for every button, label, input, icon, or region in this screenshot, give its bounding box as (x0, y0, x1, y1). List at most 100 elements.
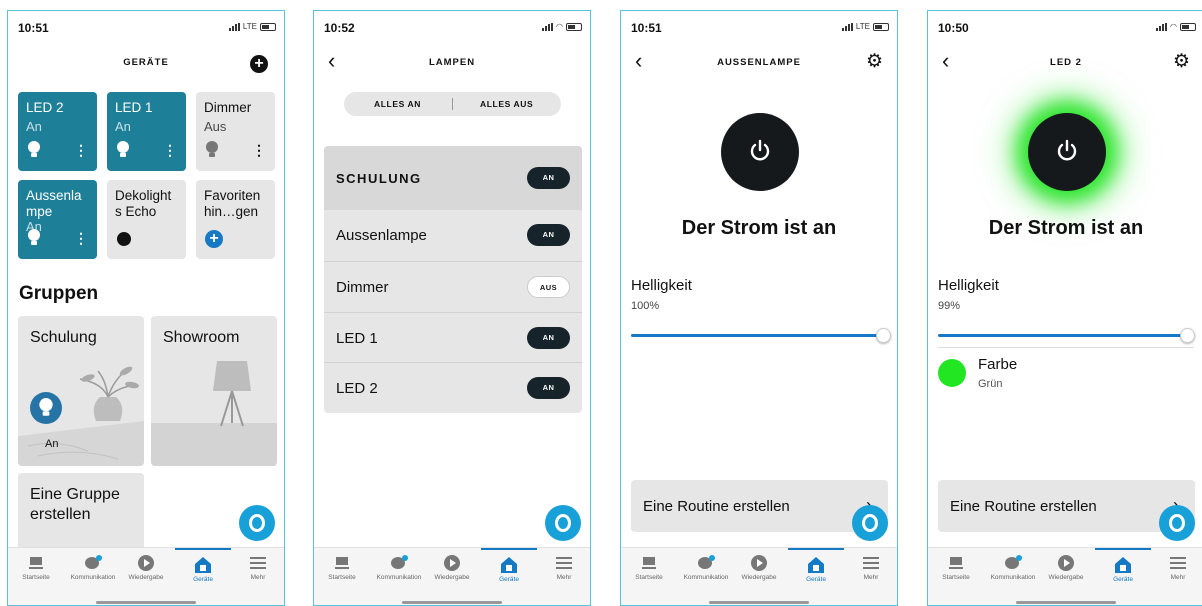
brightness-slider-handle[interactable] (1180, 328, 1195, 343)
tab-label: Kommunikation (990, 574, 1036, 581)
tab-geraete[interactable]: Geräte (481, 548, 537, 605)
play-icon (1058, 555, 1074, 571)
battery-icon (1180, 22, 1196, 31)
bulb-icon (28, 141, 40, 157)
all-on-button[interactable]: ALLES AN (374, 99, 421, 109)
device-row-aussenlampe[interactable]: Aussenlampe AN (324, 210, 582, 260)
lamp-illustration-icon (151, 361, 277, 466)
group-power-button[interactable] (30, 392, 62, 424)
device-name: LED 1 (336, 330, 378, 347)
tab-kommunikation[interactable]: Kommunikation (62, 548, 124, 605)
status-bar: 10:51 LTE (621, 11, 897, 39)
power-icon (1057, 139, 1077, 161)
tab-label: Kommunikation (683, 574, 729, 581)
tab-startseite[interactable]: Startseite (314, 548, 370, 605)
menu-icon (250, 557, 266, 569)
brightness-slider[interactable] (938, 334, 1187, 337)
page-title: GERÄTE (123, 57, 169, 68)
tab-label: Geräte (499, 576, 519, 583)
device-toggle[interactable]: AUS (527, 276, 570, 298)
more-options-icon[interactable]: ⋮ (74, 143, 88, 157)
tab-mehr[interactable]: Mehr (230, 548, 284, 605)
home-icon (29, 557, 43, 569)
tab-label: Kommunikation (376, 574, 422, 581)
bulb-icon (39, 398, 53, 416)
tab-label: Kommunikation (70, 574, 116, 581)
device-toggle[interactable]: AN (527, 377, 570, 399)
device-toggle[interactable]: AN (527, 327, 570, 349)
device-name: Aussenlampe (336, 227, 427, 244)
gear-icon[interactable]: ⚙ (1173, 52, 1190, 71)
tile-state: Aus (204, 119, 227, 134)
more-options-icon[interactable]: ⋮ (163, 143, 177, 157)
power-button[interactable] (721, 113, 799, 191)
tab-bar: Startseite Kommunikation Wiedergabe Gerä… (8, 547, 284, 605)
tab-geraete[interactable]: Geräte (175, 548, 231, 605)
create-group-card[interactable]: Eine Gruppe erstellen (18, 473, 144, 553)
device-row-led1[interactable]: LED 1 AN (324, 312, 582, 362)
tab-startseite[interactable]: Startseite (621, 548, 677, 605)
tab-wiedergabe[interactable]: Wiedergabe (424, 548, 480, 605)
tab-mehr[interactable]: Mehr (536, 548, 590, 605)
home-icon (642, 557, 656, 569)
add-favorite-tile[interactable]: Favoriten hin…gen + (196, 180, 275, 259)
create-routine-button[interactable]: Eine Routine erstellen › (631, 480, 888, 532)
alexa-button[interactable] (852, 505, 888, 541)
tab-bar: Startseite Kommunikation Wiedergabe Gerä… (621, 547, 897, 605)
tab-mehr[interactable]: Mehr (1150, 548, 1202, 605)
color-swatch[interactable] (938, 359, 966, 387)
brightness-slider[interactable] (631, 334, 883, 337)
device-row-dimmer[interactable]: Dimmer AUS (324, 261, 582, 311)
network-type: LTE (242, 22, 257, 31)
alexa-button[interactable] (545, 505, 581, 541)
cell-signal-icon (841, 22, 853, 31)
tab-kommunikation[interactable]: Kommunikation (675, 548, 737, 605)
tab-geraete[interactable]: Geräte (1095, 548, 1151, 605)
device-tile-led2[interactable]: LED 2 An ⋮ (18, 92, 97, 171)
color-label[interactable]: Farbe (978, 356, 1017, 373)
home-indicator (1016, 601, 1116, 604)
more-options-icon[interactable]: ⋮ (252, 143, 266, 157)
play-icon (444, 555, 460, 571)
tab-wiedergabe[interactable]: Wiedergabe (731, 548, 787, 605)
tile-state: An (26, 119, 42, 134)
tab-label: Wiedergabe (434, 574, 470, 581)
tab-kommunikation[interactable]: Kommunikation (368, 548, 430, 605)
chat-icon (391, 555, 408, 569)
tab-startseite[interactable]: Startseite (8, 548, 64, 605)
aussenlampe-detail-screen: 10:51 LTE ‹ AUSSENLAMPE ⚙ Der Strom ist … (620, 10, 898, 606)
tab-wiedergabe[interactable]: Wiedergabe (1038, 548, 1094, 605)
tab-geraete[interactable]: Geräte (788, 548, 844, 605)
device-toggle[interactable]: AN (527, 224, 570, 246)
group-toggle[interactable]: AN (527, 167, 570, 189)
group-card-showroom[interactable]: Showroom (151, 316, 277, 466)
group-card-schulung[interactable]: Schulung An (18, 316, 144, 466)
all-off-button[interactable]: ALLES AUS (480, 99, 533, 109)
device-tile-led1[interactable]: LED 1 An ⋮ (107, 92, 186, 171)
create-routine-button[interactable]: Eine Routine erstellen › (938, 480, 1195, 532)
gear-icon[interactable]: ⚙ (866, 52, 883, 71)
device-tile-aussenlampe[interactable]: Aussenla mpe An ⋮ (18, 180, 97, 259)
device-tile-echo[interactable]: Dekolight s Echo (107, 180, 186, 259)
tab-wiedergabe[interactable]: Wiedergabe (118, 548, 174, 605)
alexa-button[interactable] (1159, 505, 1195, 541)
tile-name: Dekolight s Echo (115, 188, 172, 219)
status-signal: ◠ (542, 22, 582, 31)
home-indicator (96, 601, 196, 604)
tab-mehr[interactable]: Mehr (843, 548, 897, 605)
tile-name: LED 2 (26, 100, 64, 115)
tab-kommunikation[interactable]: Kommunikation (982, 548, 1044, 605)
brightness-slider-handle[interactable] (876, 328, 891, 343)
devices-icon (808, 557, 824, 573)
add-favorite-icon[interactable]: + (205, 230, 223, 248)
play-icon (751, 555, 767, 571)
alexa-button[interactable] (239, 505, 275, 541)
device-row-led2[interactable]: LED 2 AN (324, 362, 582, 412)
create-group-label: Eine Gruppe erstellen (30, 486, 120, 523)
more-options-icon[interactable]: ⋮ (74, 231, 88, 245)
device-tile-dimmer[interactable]: Dimmer Aus ⋮ (196, 92, 275, 171)
header: ‹ AUSSENLAMPE ⚙ (621, 50, 897, 75)
tab-startseite[interactable]: Startseite (928, 548, 984, 605)
add-device-button[interactable]: + (250, 55, 268, 73)
power-button[interactable] (1028, 113, 1106, 191)
